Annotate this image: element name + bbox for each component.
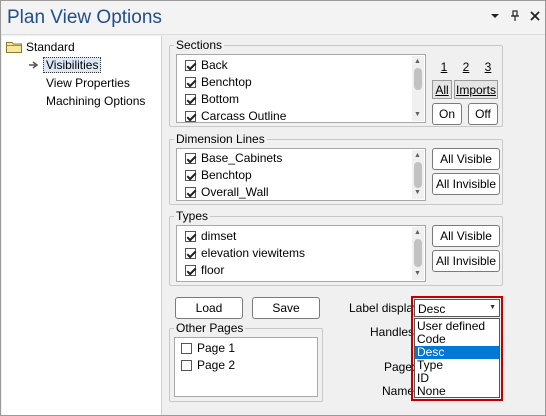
- scroll-thumb[interactable]: [414, 162, 422, 188]
- checkbox[interactable]: [185, 265, 196, 276]
- dimension-lines-group-label: Dimension Lines: [174, 132, 267, 146]
- page-1-tab[interactable]: 1: [435, 58, 453, 76]
- scroll-down-icon[interactable]: ▼: [414, 189, 421, 197]
- tree-node-visibilities[interactable]: Visibilities: [43, 57, 102, 73]
- dimension-lines-group: Dimension Lines Base_Cabinets Benchtop O…: [169, 132, 503, 205]
- dimension-all-invisible-button[interactable]: All Invisible: [432, 173, 500, 195]
- options-tree: Standard Visibilities View Properties Ma…: [2, 36, 162, 415]
- checkbox[interactable]: [185, 94, 196, 105]
- save-button[interactable]: Save: [252, 297, 320, 319]
- tree-node-machining-options[interactable]: Machining Options: [46, 93, 145, 109]
- chevron-down-icon[interactable]: [488, 10, 502, 24]
- checkbox[interactable]: [185, 248, 196, 259]
- sections-group: Sections Back Benchtop Bottom Carcass Ou…: [169, 38, 503, 127]
- arrow-right-icon: [28, 60, 40, 72]
- window-title: Plan View Options: [7, 7, 162, 28]
- types-all-invisible-button[interactable]: All Invisible: [432, 250, 500, 272]
- types-group: Types dimset elevation viewitems floor ▲…: [169, 209, 503, 286]
- sections-group-label: Sections: [174, 38, 225, 52]
- checkbox[interactable]: [185, 153, 196, 164]
- dimension-all-visible-button[interactable]: All Visible: [432, 148, 500, 170]
- dimension-lines-scrollbar[interactable]: ▲ ▼: [412, 150, 424, 199]
- checkbox[interactable]: [185, 60, 196, 71]
- dimension-lines-list[interactable]: Base_Cabinets Benchtop Overall_Wall ▲ ▼: [176, 148, 426, 201]
- scroll-up-icon[interactable]: ▲: [414, 58, 421, 66]
- folder-icon: [6, 42, 22, 53]
- tree-node-view-properties[interactable]: View Properties: [46, 75, 130, 91]
- tab-imports[interactable]: Imports: [454, 80, 498, 99]
- checkbox[interactable]: [185, 170, 196, 181]
- tab-all[interactable]: All: [432, 80, 452, 99]
- off-button[interactable]: Off: [468, 103, 498, 125]
- scroll-up-icon[interactable]: ▲: [414, 229, 421, 237]
- checkbox[interactable]: [181, 343, 192, 354]
- load-button[interactable]: Load: [175, 297, 243, 319]
- pin-icon[interactable]: [508, 10, 522, 24]
- scroll-up-icon[interactable]: ▲: [414, 152, 421, 160]
- types-list[interactable]: dimset elevation viewitems floor ▲ ▼: [176, 225, 426, 282]
- other-pages-group: Other Pages Page 1 Page 2: [169, 321, 323, 402]
- tree-node-label: Visibilities: [43, 57, 102, 73]
- page-3-tab[interactable]: 3: [479, 58, 497, 76]
- on-button[interactable]: On: [432, 103, 462, 125]
- scroll-down-icon[interactable]: ▼: [414, 270, 421, 278]
- title-bar: Plan View Options: [1, 1, 545, 35]
- page-2-tab[interactable]: 2: [457, 58, 475, 76]
- other-pages-list[interactable]: Page 1 Page 2: [174, 337, 318, 397]
- checkbox[interactable]: [181, 360, 192, 371]
- types-group-label: Types: [174, 209, 211, 223]
- checkbox[interactable]: [185, 77, 196, 88]
- tree-node-standard[interactable]: Standard: [26, 39, 75, 55]
- sections-list[interactable]: Back Benchtop Bottom Carcass Outline ▲ ▼: [176, 54, 426, 123]
- close-icon[interactable]: [528, 10, 542, 24]
- checkbox[interactable]: [185, 231, 196, 242]
- scroll-thumb[interactable]: [414, 239, 422, 267]
- types-scrollbar[interactable]: ▲ ▼: [412, 227, 424, 280]
- other-pages-group-label: Other Pages: [174, 321, 246, 335]
- highlight-frame: [411, 296, 503, 401]
- plan-view-options-window: Plan View Options Standard Visibilities …: [0, 0, 546, 416]
- checkbox[interactable]: [185, 187, 196, 198]
- sections-scrollbar[interactable]: ▲ ▼: [412, 56, 424, 121]
- scroll-down-icon[interactable]: ▼: [414, 111, 421, 119]
- scroll-thumb[interactable]: [414, 68, 422, 90]
- types-all-visible-button[interactable]: All Visible: [432, 225, 500, 247]
- checkbox[interactable]: [185, 111, 196, 122]
